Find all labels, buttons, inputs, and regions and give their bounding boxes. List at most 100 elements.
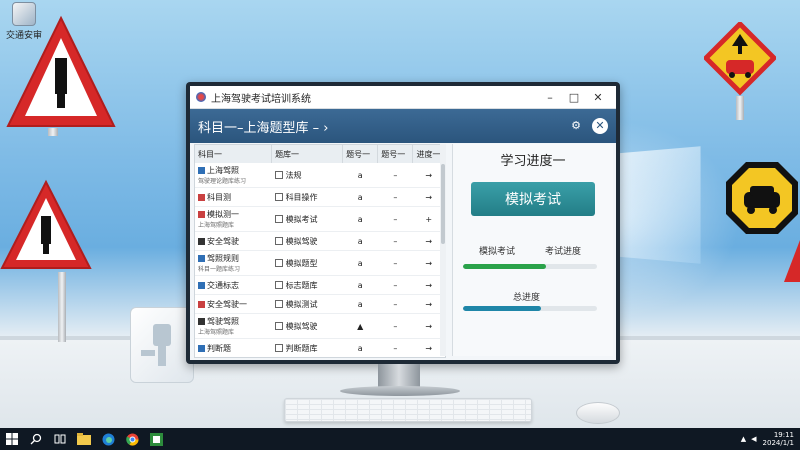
close-icon[interactable]: ✕ xyxy=(592,118,608,134)
row-topic-cell[interactable]: 模拟题型 xyxy=(271,250,343,276)
question-table: 科目一 题库一 题号一 题号一 进度一 上海驾照 驾驶理论题库练习 法规 a – → 科目测… xyxy=(194,144,446,358)
table-row[interactable]: 安全驾驶模拟驾驶a–→ xyxy=(195,231,445,251)
row-name: 交通标志 xyxy=(207,280,239,290)
chrome-icon[interactable] xyxy=(120,428,144,450)
row-name: 判断题 xyxy=(207,343,231,353)
row-num: – xyxy=(378,358,413,359)
row-topic: 标志题库 xyxy=(285,280,318,290)
row-checkbox[interactable] xyxy=(274,281,283,289)
progress-bar-b-fill xyxy=(463,306,541,311)
row-name-cell: 上海驾照驾驶理论题库练习 xyxy=(195,163,272,188)
row-checkbox[interactable] xyxy=(274,322,283,330)
row-name: 上海驾照 xyxy=(207,166,239,175)
row-topic-cell[interactable]: 模拟驾驶 xyxy=(272,358,343,359)
row-num: – xyxy=(377,206,413,232)
clock[interactable]: 19:11 2024/1/1 xyxy=(763,431,794,447)
row-topic: 模拟驾驶 xyxy=(285,236,318,246)
plug-icon xyxy=(141,324,171,366)
search-icon[interactable] xyxy=(24,428,48,450)
row-topic-cell[interactable]: 判断题库 xyxy=(271,338,343,357)
row-name-cell: 科目测 xyxy=(195,187,272,207)
row-subtitle: 上海驾照题库 xyxy=(198,222,235,229)
column-header[interactable]: 题号一 xyxy=(377,145,414,163)
row-topic: 模拟考试 xyxy=(285,214,318,224)
progress-panel-title: 学习进度一 xyxy=(500,154,566,169)
row-checkbox[interactable] xyxy=(274,193,283,201)
table-row[interactable]: 交通标志 标志题库 a – → xyxy=(195,275,445,295)
progress-panel: 学习进度一 模拟考试 模拟考试 考试进度 总进度 xyxy=(452,144,613,356)
network-icon[interactable]: ▲ xyxy=(741,435,746,443)
app-header: 科目一–上海题型库 – › ⚙ ✕ xyxy=(190,109,616,143)
row-subtitle: 上海驾照题库 xyxy=(198,329,235,336)
table-scrollbar[interactable] xyxy=(440,144,446,356)
task-view-icon[interactable] xyxy=(48,428,72,450)
row-icon xyxy=(198,255,205,262)
row-checkbox[interactable] xyxy=(274,300,283,308)
edge-icon[interactable] xyxy=(96,428,120,450)
file-explorer-icon[interactable] xyxy=(72,428,96,450)
row-num: – xyxy=(377,231,413,251)
partial-warning-sign-icon xyxy=(784,240,800,282)
windows-icon[interactable] xyxy=(0,428,24,450)
row-checkbox[interactable] xyxy=(274,344,283,352)
row-code: a xyxy=(342,206,378,232)
row-topic-cell[interactable]: 标志题库 xyxy=(271,275,343,295)
window-title: 上海驾驶考试培训系统 xyxy=(211,93,311,105)
row-name: 安全驾驶一 xyxy=(207,299,247,309)
row-topic-cell[interactable]: 法规 xyxy=(271,163,343,188)
table-row[interactable]: 模拟测一 上海驾照题库 模拟考试 a – + xyxy=(195,206,445,232)
table-row[interactable]: 驾驶驾照 上海驾照题库 模拟驾驶 ▲ – → xyxy=(195,313,445,339)
row-topic-cell[interactable]: 模拟考试 xyxy=(271,206,343,232)
desk-tile xyxy=(130,307,194,383)
volume-icon[interactable]: ◀ xyxy=(751,435,756,443)
main-content: 科目一 题库一 题号一 题号一 进度一 上海驾照 驾驶理论题库练习 法规 a – → 科目测… xyxy=(190,142,616,360)
app-logo-icon xyxy=(196,92,206,102)
monitor-stand-neck xyxy=(378,364,420,388)
table-row[interactable]: 判断题 判断题库 a – → xyxy=(195,338,445,357)
window-close-button[interactable]: ✕ xyxy=(586,91,610,104)
row-code: ▲ xyxy=(342,313,378,339)
row-topic: 判断题库 xyxy=(285,343,318,353)
row-num: – xyxy=(377,187,413,207)
breadcrumb[interactable]: 科目一–上海题型库 – › xyxy=(198,117,560,136)
row-checkbox[interactable] xyxy=(274,171,283,179)
column-header[interactable]: 科目一 xyxy=(195,145,273,163)
row-num: – xyxy=(377,275,413,295)
table-row[interactable]: 驾照规则 科目一题库练习 模拟题型 a – → xyxy=(195,250,445,276)
minimize-button[interactable]: – xyxy=(538,91,562,104)
row-topic-cell[interactable]: 科目操作 xyxy=(271,187,343,207)
table-row[interactable]: 科目测 科目操作 a – → xyxy=(195,187,445,207)
row-topic-cell[interactable]: 模拟驾驶 xyxy=(271,313,343,339)
column-header[interactable]: 题号一 xyxy=(342,145,379,163)
row-name-cell: 驾驶驾照 上海驾照题库 xyxy=(195,313,272,339)
mock-exam-button[interactable]: 模拟考试 xyxy=(471,182,595,216)
row-status[interactable]: → xyxy=(413,358,445,359)
row-topic: 模拟题型 xyxy=(285,258,318,268)
app-icon[interactable] xyxy=(144,428,168,450)
table-row[interactable]: 上海驾照 驾驶理论题库练习 法规 a – → xyxy=(195,163,445,188)
table-row[interactable]: 安全驾驶一 模拟测试 a – → xyxy=(195,294,445,314)
row-checkbox[interactable] xyxy=(274,215,283,223)
row-num: – xyxy=(377,338,413,357)
car-sign-icon xyxy=(726,162,798,234)
row-icon xyxy=(198,237,205,245)
row-name-cell: 安全驾驶 xyxy=(195,231,272,251)
settings-icon[interactable]: ⚙ xyxy=(568,118,584,134)
row-subtitle: 驾驶理论题库练习 xyxy=(198,178,247,185)
row-name-cell: 安全驾驶一 xyxy=(195,294,272,314)
row-icon xyxy=(198,344,205,352)
row-code: a xyxy=(342,294,378,314)
scrollbar-thumb[interactable] xyxy=(441,164,445,244)
row-checkbox[interactable] xyxy=(274,237,283,245)
maximize-button[interactable]: □ xyxy=(562,91,586,104)
row-topic-cell[interactable]: 模拟测试 xyxy=(271,294,343,314)
monitor: 上海驾驶考试培训系统 – □ ✕ 科目一–上海题型库 – › ⚙ ✕ 科目一 题… xyxy=(186,82,620,364)
row-icon xyxy=(198,211,205,218)
clock-time: 19:11 xyxy=(773,431,794,439)
keyboard xyxy=(284,398,532,422)
row-icon xyxy=(198,167,205,174)
column-header[interactable]: 题库一 xyxy=(271,145,344,163)
row-checkbox[interactable] xyxy=(274,259,283,267)
row-topic-cell[interactable]: 模拟驾驶 xyxy=(271,231,343,251)
table-row[interactable]: 安全驾驶模拟驾驶a–→ xyxy=(195,358,445,359)
